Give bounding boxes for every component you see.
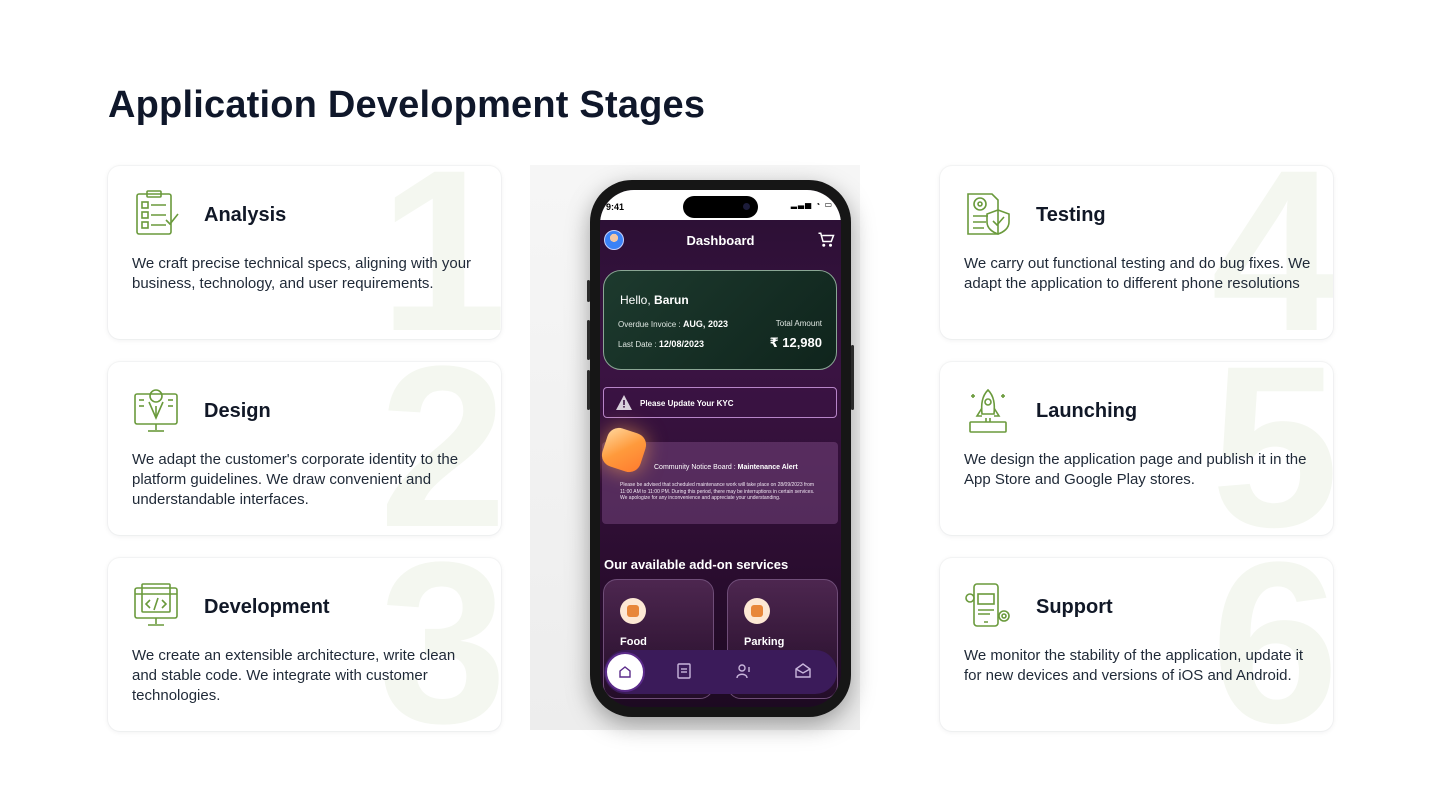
stage-title: Development [204, 596, 330, 618]
tab-home[interactable] [605, 652, 645, 692]
addons-title: Our available add-on services [604, 557, 789, 572]
stage-card-design: 2 Design We adapt the customer's corpora… [108, 362, 501, 535]
overdue-value: AUG, 2023 [682, 319, 728, 329]
notice-body: Please be advised that scheduled mainten… [620, 482, 815, 501]
stage-description: We monitor the stability of the applicat… [964, 647, 1304, 684]
overdue-label: Overdue Invoice : [618, 320, 681, 329]
stage-description: We carry out functional testing and do b… [964, 255, 1311, 292]
design-icon [134, 389, 178, 432]
stage-title: Launching [1036, 400, 1138, 422]
stage-title: Testing [1036, 204, 1106, 226]
notice-prefix: Community Notice Board : [654, 464, 736, 471]
mail-icon[interactable] [794, 662, 812, 680]
support-icon [965, 583, 1010, 627]
home-icon [619, 666, 631, 678]
page-title: Application Development Stages [108, 84, 706, 126]
phone-mockup: 9:41 ▂▃▅ ◔ ▭ Dashboard Hello, Barun Over… [587, 180, 854, 717]
notice-orb-icon [600, 424, 650, 476]
stage-card-analysis: 1 Analysis We craft precise technical sp… [108, 166, 501, 339]
stage-number: 4 [1211, 166, 1333, 339]
stage-description: We adapt the customer's corporate identi… [132, 451, 459, 508]
stage-number: 1 [379, 166, 501, 339]
kyc-banner[interactable]: Please Update Your KYC [603, 387, 837, 418]
last-date-row: Last Date : 12/08/2023 [618, 339, 704, 349]
stage-description: We create an extensible architecture, wr… [132, 647, 456, 704]
kyc-text: Please Update Your KYC [640, 399, 734, 408]
total-amount: ₹ 12,980 [769, 335, 822, 350]
greeting-prefix: Hello, [620, 293, 651, 307]
total-label: Total Amount [775, 319, 822, 328]
dynamic-island [683, 196, 758, 218]
people-icon[interactable] [735, 662, 753, 680]
greeting: Hello, Barun [620, 293, 689, 307]
tab-bar [604, 650, 837, 694]
stage-number: 5 [1211, 362, 1333, 535]
stage-card-development: 3 Development We create an extensible ar… [108, 558, 501, 731]
last-date-value: 12/08/2023 [658, 339, 704, 349]
stage-card-testing: 4 Testing We carry out functional testin… [940, 166, 1333, 339]
parking-icon [744, 598, 770, 624]
rocket-icon [969, 388, 1007, 433]
analysis-icon [136, 190, 179, 235]
last-date-label: Last Date : [618, 340, 657, 349]
food-icon [620, 598, 646, 624]
volume-up-button [587, 320, 590, 360]
notice-card[interactable]: Community Notice Board : Maintenance Ale… [600, 424, 838, 524]
warning-icon [616, 395, 632, 410]
notice-head: Community Notice Board : Maintenance Ale… [654, 464, 798, 471]
phone-screen: 9:41 ▂▃▅ ◔ ▭ Dashboard Hello, Barun Over… [600, 190, 841, 707]
stage-card-launching: 5 Launching We design the application pa… [940, 362, 1333, 535]
service-label: Parking [744, 636, 785, 648]
code-icon [134, 583, 178, 626]
overdue-row: Overdue Invoice : AUG, 2023 [618, 319, 728, 329]
status-time: 9:41 [606, 202, 625, 212]
stage-card-support: 6 Support We monitor the stability of th… [940, 558, 1333, 731]
stage-number: 6 [1211, 558, 1333, 731]
service-label: Food [620, 636, 647, 648]
stage-title: Support [1036, 596, 1113, 618]
stage-title: Design [204, 400, 271, 422]
balance-card[interactable]: Hello, Barun Overdue Invoice : AUG, 2023… [603, 270, 837, 370]
user-name: Barun [654, 293, 689, 307]
power-button [851, 345, 854, 410]
dashboard-title: Dashboard [686, 233, 755, 248]
stage-description: We design the application page and publi… [964, 451, 1307, 488]
volume-down-button [587, 370, 590, 410]
document-icon[interactable] [675, 662, 693, 680]
stage-title: Analysis [204, 204, 287, 226]
status-icons: ▂▃▅ ◔ ▭ [790, 200, 833, 209]
dashboard-header: Dashboard [600, 228, 841, 252]
mute-switch [587, 280, 590, 302]
cart-icon[interactable] [817, 231, 835, 249]
stage-description: We craft precise technical specs, aligni… [132, 255, 472, 292]
notice-title: Maintenance Alert [737, 464, 798, 471]
testing-icon [967, 193, 1010, 235]
